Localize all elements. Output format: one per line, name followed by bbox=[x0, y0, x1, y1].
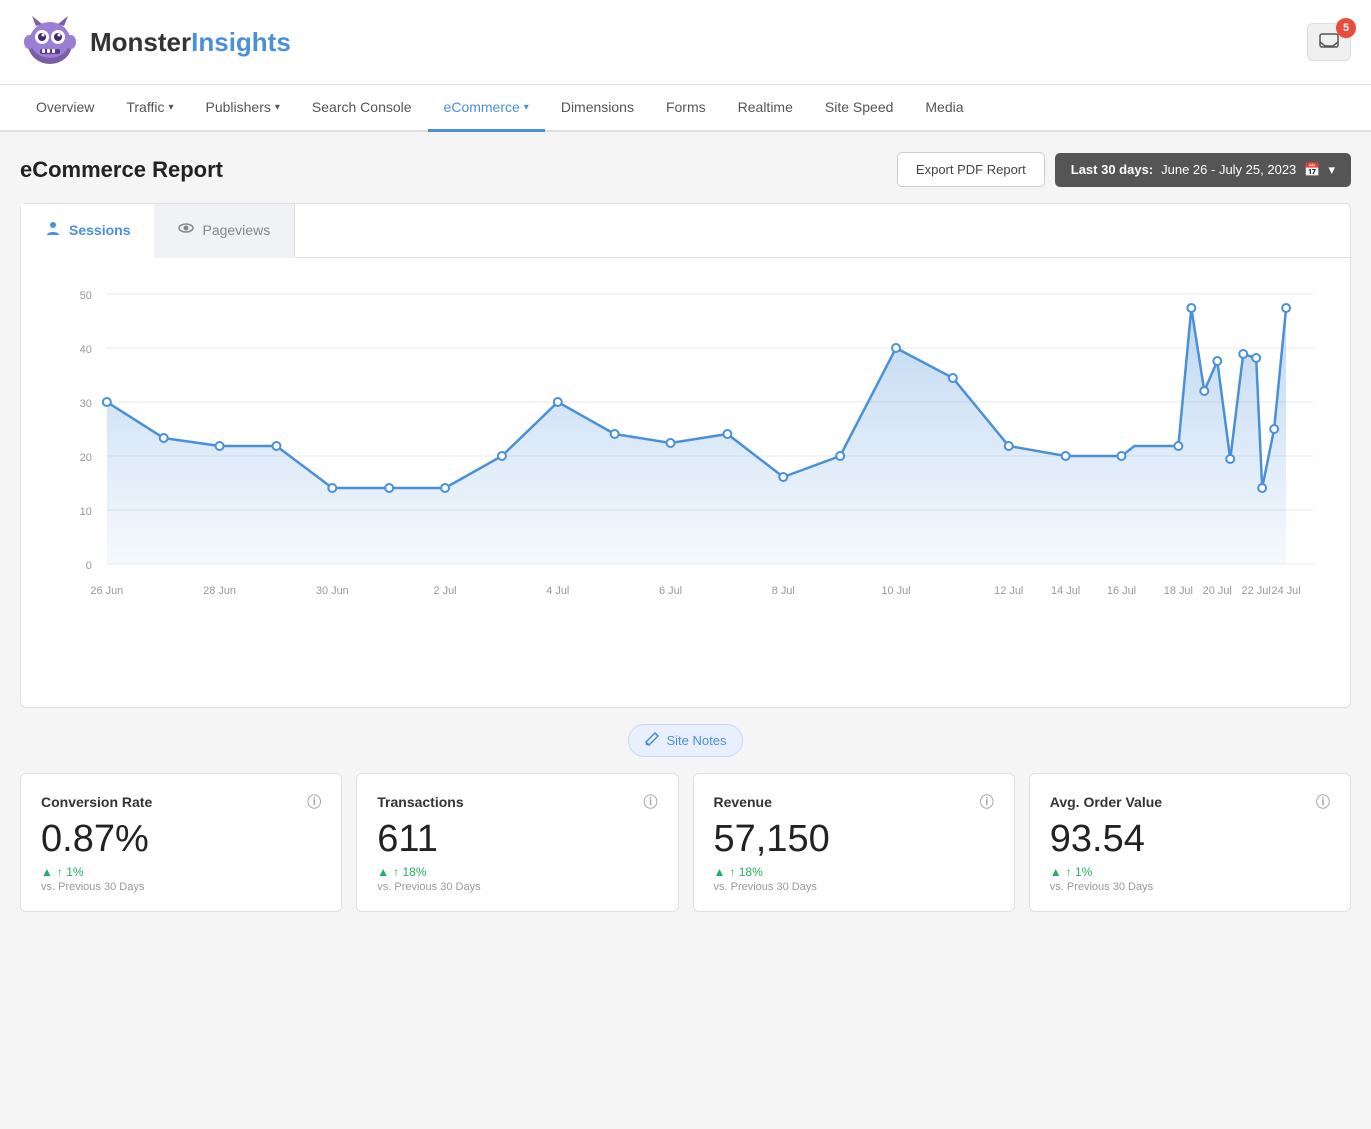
svg-text:4 Jul: 4 Jul bbox=[546, 585, 569, 597]
chevron-down-icon: ▾ bbox=[524, 102, 529, 113]
stat-value-transactions: 611 bbox=[377, 818, 657, 861]
stat-value-revenue: 57,150 bbox=[714, 818, 994, 861]
info-icon-avg-order[interactable]: ⓘ bbox=[1316, 792, 1330, 812]
stat-card-conversion-rate: Conversion Rate ⓘ 0.87% ▲ ↑ 1% vs. Previ… bbox=[20, 773, 342, 912]
nav-item-dimensions[interactable]: Dimensions bbox=[545, 85, 650, 132]
svg-text:30 Jun: 30 Jun bbox=[316, 585, 349, 597]
up-arrow-icon-revenue: ▲ bbox=[714, 865, 726, 879]
svg-text:20 Jul: 20 Jul bbox=[1203, 585, 1232, 597]
stat-change-transactions: ▲ ↑ 18% bbox=[377, 865, 657, 879]
svg-text:16 Jul: 16 Jul bbox=[1107, 585, 1136, 597]
sessions-chart: 0 10 20 30 40 50 bbox=[37, 274, 1334, 694]
header: MonsterInsights 5 bbox=[0, 0, 1371, 85]
stat-card-transactions: Transactions ⓘ 611 ▲ ↑ 18% vs. Previous … bbox=[356, 773, 678, 912]
sessions-tab-label: Sessions bbox=[69, 222, 130, 238]
monster-logo-icon bbox=[20, 12, 80, 72]
site-notes-wrapper: Site Notes bbox=[20, 724, 1351, 757]
stats-grid: Conversion Rate ⓘ 0.87% ▲ ↑ 1% vs. Previ… bbox=[20, 773, 1351, 912]
stat-label-revenue: Revenue ⓘ bbox=[714, 792, 994, 812]
chevron-down-icon: ▾ bbox=[168, 102, 173, 113]
chart-card: Sessions Pageviews bbox=[20, 203, 1351, 708]
logo-text: MonsterInsights bbox=[90, 29, 291, 55]
svg-text:0: 0 bbox=[86, 560, 92, 572]
logo-insights: Insights bbox=[191, 27, 291, 57]
nav-item-forms[interactable]: Forms bbox=[650, 85, 722, 132]
site-notes-label: Site Notes bbox=[667, 733, 727, 748]
nav-item-overview[interactable]: Overview bbox=[20, 85, 110, 132]
report-header: eCommerce Report Export PDF Report Last … bbox=[20, 152, 1351, 187]
up-arrow-icon-conversion: ▲ bbox=[41, 865, 53, 879]
notification-button[interactable]: 5 bbox=[1307, 23, 1351, 61]
report-actions: Export PDF Report Last 30 days: June 26 … bbox=[897, 152, 1351, 187]
chart-svg-wrapper: 0 10 20 30 40 50 bbox=[37, 274, 1334, 699]
stat-vs-avg-order: vs. Previous 30 Days bbox=[1050, 881, 1330, 893]
tab-pageviews[interactable]: Pageviews bbox=[154, 204, 295, 258]
nav-item-publishers[interactable]: Publishers▾ bbox=[190, 85, 296, 132]
chart-tabs: Sessions Pageviews bbox=[21, 204, 1350, 258]
header-right: 5 bbox=[1307, 23, 1351, 61]
svg-text:24 Jul: 24 Jul bbox=[1271, 585, 1300, 597]
chart-area: 0 10 20 30 40 50 bbox=[21, 258, 1350, 707]
svg-text:28 Jun: 28 Jun bbox=[203, 585, 236, 597]
calendar-icon: 📅 bbox=[1304, 162, 1320, 178]
svg-text:12 Jul: 12 Jul bbox=[994, 585, 1023, 597]
stat-vs-revenue: vs. Previous 30 Days bbox=[714, 881, 994, 893]
chevron-down-icon: ▾ bbox=[1328, 162, 1335, 178]
nav-item-ecommerce[interactable]: eCommerce▾ bbox=[428, 85, 545, 132]
stat-label-avg-order: Avg. Order Value ⓘ bbox=[1050, 792, 1330, 812]
pageviews-tab-label: Pageviews bbox=[202, 222, 270, 238]
svg-text:10 Jul: 10 Jul bbox=[881, 585, 910, 597]
notification-badge: 5 bbox=[1336, 18, 1356, 38]
svg-text:20: 20 bbox=[80, 452, 92, 464]
person-icon bbox=[45, 220, 61, 239]
svg-text:40: 40 bbox=[80, 344, 92, 356]
info-icon-transactions[interactable]: ⓘ bbox=[644, 792, 658, 812]
info-icon-conversion[interactable]: ⓘ bbox=[307, 792, 321, 812]
nav-item-media[interactable]: Media bbox=[909, 85, 979, 132]
nav-item-search-console[interactable]: Search Console bbox=[296, 85, 428, 132]
stat-value-conversion-rate: 0.87% bbox=[41, 818, 321, 861]
tab-sessions[interactable]: Sessions bbox=[21, 204, 154, 258]
stat-change-avg-order: ▲ ↑ 1% bbox=[1050, 865, 1330, 879]
nav-item-realtime[interactable]: Realtime bbox=[722, 85, 809, 132]
chevron-down-icon: ▾ bbox=[275, 102, 280, 113]
stat-card-revenue: Revenue ⓘ 57,150 ▲ ↑ 18% vs. Previous 30… bbox=[693, 773, 1015, 912]
svg-text:30: 30 bbox=[80, 398, 92, 410]
svg-text:50: 50 bbox=[80, 290, 92, 302]
svg-text:8 Jul: 8 Jul bbox=[772, 585, 795, 597]
stat-label-transactions: Transactions ⓘ bbox=[377, 792, 657, 812]
stat-card-avg-order-value: Avg. Order Value ⓘ 93.54 ▲ ↑ 1% vs. Prev… bbox=[1029, 773, 1351, 912]
svg-text:2 Jul: 2 Jul bbox=[433, 585, 456, 597]
stat-label-conversion-rate: Conversion Rate ⓘ bbox=[41, 792, 321, 812]
stat-vs-transactions: vs. Previous 30 Days bbox=[377, 881, 657, 893]
svg-text:18 Jul: 18 Jul bbox=[1164, 585, 1193, 597]
report-title: eCommerce Report bbox=[20, 157, 223, 183]
site-notes-button[interactable]: Site Notes bbox=[628, 724, 744, 757]
stat-vs-conversion-rate: vs. Previous 30 Days bbox=[41, 881, 321, 893]
stat-value-avg-order: 93.54 bbox=[1050, 818, 1330, 861]
date-range: June 26 - July 25, 2023 bbox=[1161, 162, 1296, 177]
date-prefix: Last 30 days: bbox=[1071, 162, 1153, 177]
export-pdf-button[interactable]: Export PDF Report bbox=[897, 152, 1045, 187]
main-content: eCommerce Report Export PDF Report Last … bbox=[0, 132, 1371, 932]
main-nav: Overview Traffic▾ Publishers▾ Search Con… bbox=[0, 85, 1371, 132]
svg-text:6 Jul: 6 Jul bbox=[659, 585, 682, 597]
date-range-button[interactable]: Last 30 days: June 26 - July 25, 2023 📅 … bbox=[1055, 153, 1351, 187]
stat-change-revenue: ▲ ↑ 18% bbox=[714, 865, 994, 879]
eye-icon bbox=[178, 220, 194, 239]
svg-text:26 Jun: 26 Jun bbox=[90, 585, 123, 597]
nav-item-traffic[interactable]: Traffic▾ bbox=[110, 85, 189, 132]
pencil-icon bbox=[645, 732, 659, 749]
svg-text:22 Jul: 22 Jul bbox=[1242, 585, 1271, 597]
nav-item-site-speed[interactable]: Site Speed bbox=[809, 85, 910, 132]
logo-monster: Monster bbox=[90, 27, 191, 57]
svg-text:10: 10 bbox=[80, 506, 92, 518]
up-arrow-icon-avg-order: ▲ bbox=[1050, 865, 1062, 879]
stat-change-conversion-rate: ▲ ↑ 1% bbox=[41, 865, 321, 879]
logo-area: MonsterInsights bbox=[20, 12, 291, 72]
info-icon-revenue[interactable]: ⓘ bbox=[980, 792, 994, 812]
up-arrow-icon-transactions: ▲ bbox=[377, 865, 389, 879]
svg-text:14 Jul: 14 Jul bbox=[1051, 585, 1080, 597]
inbox-icon bbox=[1319, 33, 1339, 51]
